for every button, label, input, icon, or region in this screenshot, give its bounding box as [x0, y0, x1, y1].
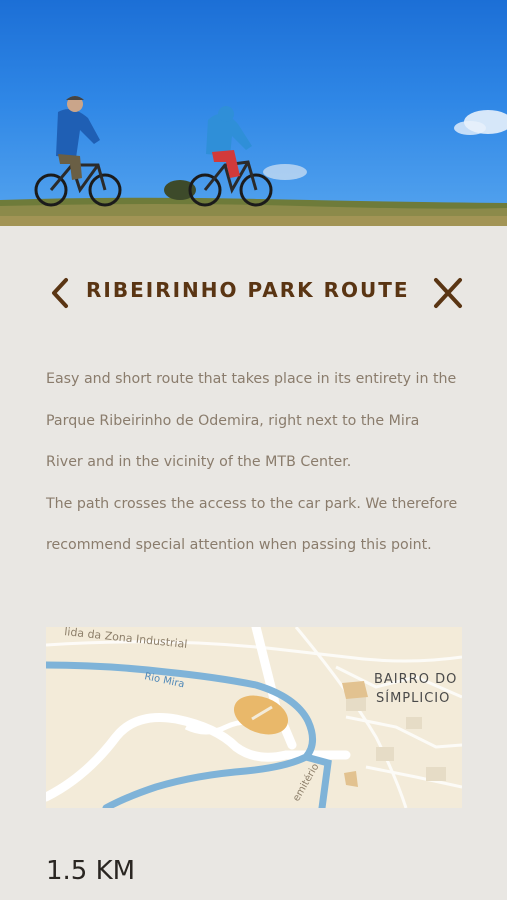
description-line: Parque Ribeirinho de Odemira, right next…: [46, 412, 420, 429]
route-distance: 1.5 KM: [46, 856, 136, 886]
map-label-road-bottom: emitério: [290, 761, 321, 803]
map-label-district-line1: BAIRRO DO: [374, 672, 457, 687]
route-header: RIBEIRINHO PARK ROUTE: [0, 270, 507, 316]
description-line: The path crosses the access to the car p…: [46, 495, 458, 512]
distance-caption: [46, 894, 76, 900]
page-title: RIBEIRINHO PARK ROUTE: [86, 278, 410, 302]
description-line: recommend special attention when passing…: [46, 537, 432, 554]
back-button[interactable]: [46, 276, 76, 310]
description-line: River and in the vicinity of the MTB Cen…: [46, 454, 352, 471]
close-button[interactable]: [430, 276, 466, 310]
hero-image: [0, 0, 507, 226]
map-label-road-top: lida da Zona Industrial: [64, 627, 188, 651]
hero-photo: [0, 96, 507, 226]
route-map[interactable]: lida da Zona Industrial Rio Mira BAIRRO …: [46, 627, 462, 808]
description-line: Easy and short route that takes place in…: [46, 371, 457, 387]
chevron-left-icon: [52, 278, 68, 308]
map-canvas: lida da Zona Industrial Rio Mira BAIRRO …: [46, 627, 462, 808]
route-description: Easy and short route that takes place in…: [46, 359, 466, 567]
close-icon: [434, 278, 462, 308]
map-label-district-line2: SÍMPLICIO: [376, 690, 450, 706]
